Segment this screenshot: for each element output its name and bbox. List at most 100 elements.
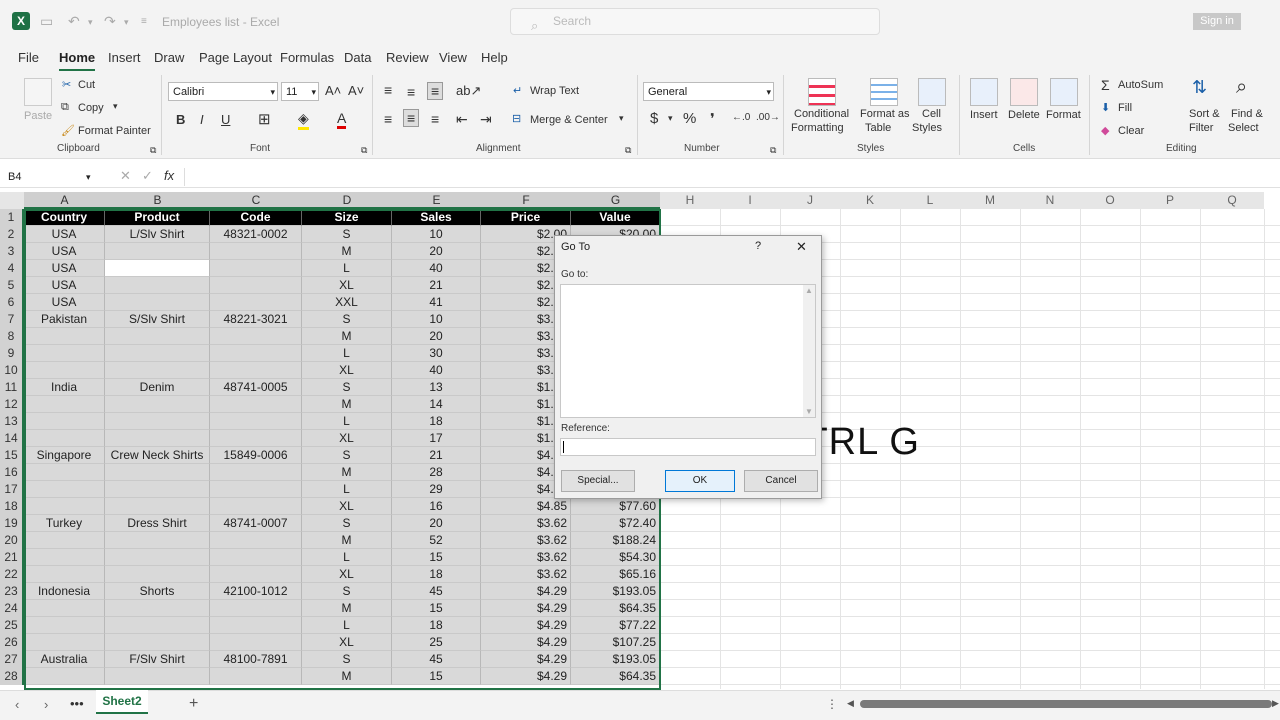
cell-label[interactable]: Cell: [922, 108, 941, 120]
table-cell[interactable]: $3.62: [481, 549, 571, 566]
table-cell[interactable]: L: [302, 549, 392, 566]
row-header[interactable]: 15: [0, 447, 24, 464]
row-header[interactable]: 24: [0, 600, 24, 617]
table-cell[interactable]: Indonesia: [24, 583, 105, 600]
increase-decimal-icon[interactable]: ←.0: [732, 112, 750, 123]
column-header-b[interactable]: B: [105, 192, 210, 209]
table-cell[interactable]: Australia: [24, 651, 105, 668]
table-cell[interactable]: 20: [392, 515, 481, 532]
column-header-e[interactable]: E: [392, 192, 481, 209]
table-cell[interactable]: L: [302, 481, 392, 498]
copy-dropdown-icon[interactable]: ▾: [113, 101, 118, 112]
table-cell[interactable]: $4.29: [481, 600, 571, 617]
row-header[interactable]: 27: [0, 651, 24, 668]
table-cell[interactable]: [210, 260, 302, 277]
table-cell[interactable]: 48321-0002: [210, 226, 302, 243]
merge-center-button[interactable]: Merge & Center: [530, 114, 608, 126]
table-cell[interactable]: [24, 345, 105, 362]
format-painter-button[interactable]: Format Painter: [78, 125, 151, 137]
conditional-label[interactable]: Conditional: [794, 108, 849, 120]
autosum-button[interactable]: AutoSum: [1118, 79, 1163, 91]
tab-sheet2[interactable]: Sheet2: [96, 690, 148, 714]
format-as-table-icon[interactable]: [870, 78, 898, 106]
merge-dropdown-icon[interactable]: ▾: [619, 113, 624, 124]
table-cell[interactable]: [105, 634, 210, 651]
table-cell[interactable]: USA: [24, 294, 105, 311]
table-cell[interactable]: [210, 430, 302, 447]
table-cell[interactable]: 21: [392, 447, 481, 464]
fill-button[interactable]: Fill: [1118, 102, 1132, 114]
table-cell[interactable]: [105, 396, 210, 413]
clipboard-launcher-icon[interactable]: ⧉: [150, 145, 156, 156]
header-cell[interactable]: Value: [571, 209, 660, 226]
table-cell[interactable]: M: [302, 464, 392, 481]
table-cell[interactable]: 28: [392, 464, 481, 481]
table-cell[interactable]: [24, 498, 105, 515]
customize-toolbar-icon[interactable]: ≡: [141, 16, 147, 27]
table-cell[interactable]: [24, 532, 105, 549]
find-select-icon[interactable]: ⌕: [1236, 76, 1247, 99]
table-cell[interactable]: $3.62: [481, 566, 571, 583]
align-right-icon[interactable]: ≡: [431, 111, 439, 127]
font-color-icon[interactable]: A: [337, 110, 347, 129]
column-header-k[interactable]: K: [840, 192, 900, 209]
table-cell[interactable]: [210, 481, 302, 498]
table-cell[interactable]: [105, 600, 210, 617]
row-header[interactable]: 23: [0, 583, 24, 600]
fill-icon[interactable]: ⬇: [1101, 101, 1110, 114]
column-header-f[interactable]: F: [481, 192, 571, 209]
cut-button[interactable]: Cut: [78, 79, 95, 91]
tab-data[interactable]: Data: [344, 50, 371, 65]
table-cell[interactable]: 21: [392, 277, 481, 294]
search-box[interactable]: ⌕ Search: [510, 8, 880, 35]
column-header-p[interactable]: P: [1140, 192, 1200, 209]
row-header[interactable]: 8: [0, 328, 24, 345]
currency-dropdown-icon[interactable]: ▾: [668, 113, 673, 124]
table-cell[interactable]: M: [302, 328, 392, 345]
table-cell[interactable]: 48741-0005: [210, 379, 302, 396]
table-cell[interactable]: [210, 362, 302, 379]
format-button[interactable]: Format: [1046, 109, 1081, 121]
sort-label[interactable]: Sort &: [1189, 108, 1220, 120]
copy-icon[interactable]: ⧉: [61, 101, 69, 114]
table-cell[interactable]: [24, 328, 105, 345]
table-cell[interactable]: 25: [392, 634, 481, 651]
number-format-select[interactable]: General ▾: [643, 82, 774, 101]
table-cell[interactable]: $65.16: [571, 566, 660, 583]
bold-icon[interactable]: B: [176, 112, 185, 127]
reference-input[interactable]: [560, 438, 816, 456]
row-header[interactable]: 7: [0, 311, 24, 328]
table-cell[interactable]: 15: [392, 600, 481, 617]
column-header-a[interactable]: A: [24, 192, 105, 209]
table-cell[interactable]: 29: [392, 481, 481, 498]
table-cell[interactable]: India: [24, 379, 105, 396]
header-cell[interactable]: Size: [302, 209, 392, 226]
column-header-o[interactable]: O: [1080, 192, 1140, 209]
row-header[interactable]: 26: [0, 634, 24, 651]
scroll-up-icon[interactable]: ▲: [805, 286, 813, 295]
cut-icon[interactable]: ✂: [62, 78, 71, 91]
number-launcher-icon[interactable]: ⧉: [770, 145, 776, 156]
conditional-formatting-icon[interactable]: [808, 78, 836, 106]
tab-insert[interactable]: Insert: [108, 50, 141, 65]
table-cell[interactable]: S: [302, 226, 392, 243]
table-cell[interactable]: $4.85: [481, 498, 571, 515]
table-cell[interactable]: $4.29: [481, 583, 571, 600]
format-cells-icon[interactable]: [1050, 78, 1078, 106]
table-cell[interactable]: [105, 294, 210, 311]
table-cell[interactable]: [24, 634, 105, 651]
table-cell[interactable]: 48100-7891: [210, 651, 302, 668]
table-cell[interactable]: 40: [392, 260, 481, 277]
table-cell[interactable]: Dress Shirt: [105, 515, 210, 532]
table-cell[interactable]: XL: [302, 277, 392, 294]
table-cell[interactable]: $64.35: [571, 600, 660, 617]
table-cell[interactable]: [24, 464, 105, 481]
active-cell[interactable]: [105, 260, 210, 277]
table-cell[interactable]: XL: [302, 430, 392, 447]
table-cell[interactable]: [210, 600, 302, 617]
table-cell[interactable]: USA: [24, 243, 105, 260]
table-cell[interactable]: [105, 464, 210, 481]
underline-icon[interactable]: U: [221, 112, 230, 127]
row-header[interactable]: 12: [0, 396, 24, 413]
table-cell[interactable]: L/Slv Shirt: [105, 226, 210, 243]
